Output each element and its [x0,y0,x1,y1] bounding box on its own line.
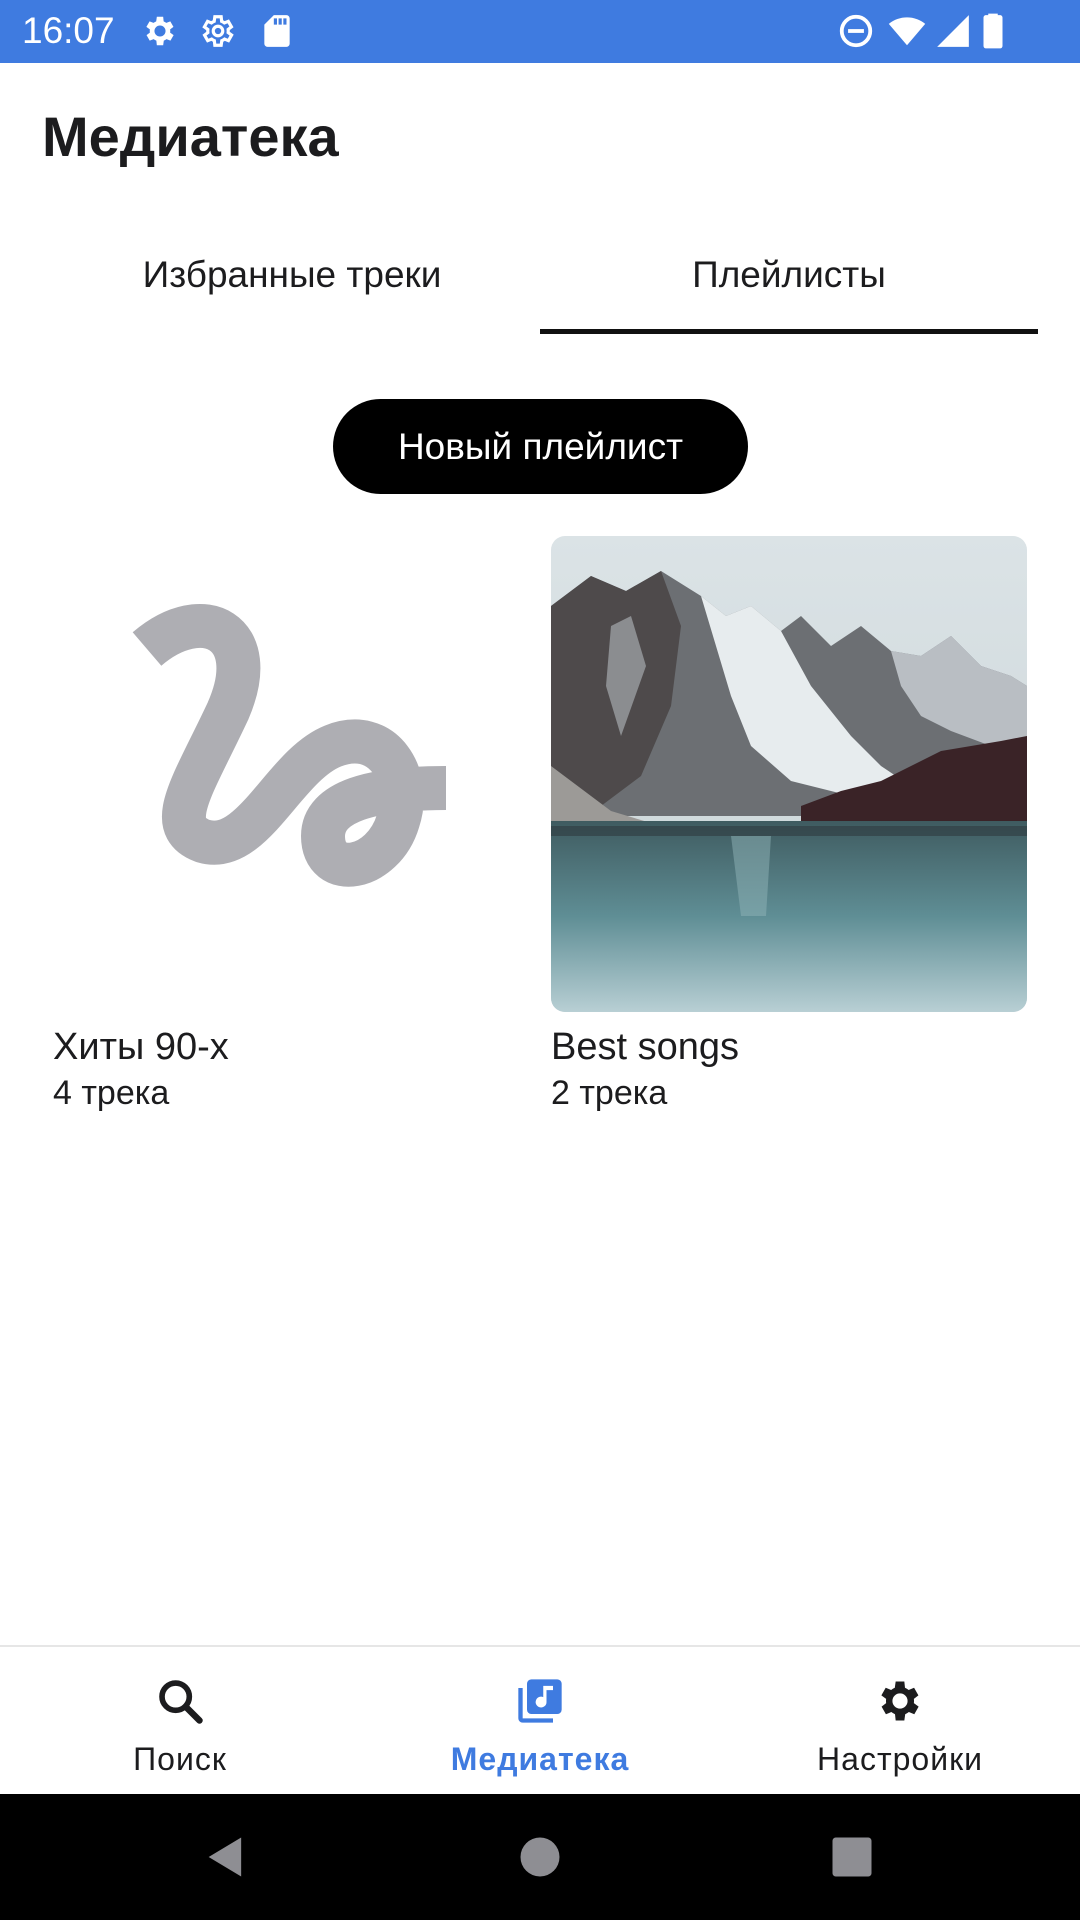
nav-item-settings[interactable]: Настройки [720,1647,1080,1796]
back-icon[interactable] [200,1831,252,1883]
mountain-lake-photo [551,536,1027,1012]
playlist-title: Хиты 90-х [53,1026,229,1068]
system-navigation-bar [0,1794,1080,1920]
squiggle-placeholder-icon [132,604,447,887]
playlist-cover[interactable] [551,536,1027,1012]
nav-label: Поиск [133,1741,227,1777]
nav-label: Медиатека [450,1741,630,1777]
nav-item-search[interactable]: Поиск [0,1647,360,1796]
music-library-icon [514,1675,566,1727]
battery-icon [978,12,1008,50]
do-not-disturb-icon [837,12,875,50]
playlist-track-count: 2 трека [551,1074,668,1112]
bottom-navigation: Поиск Медиатека Настройки [0,1645,1080,1796]
playlist-track-count: 4 трека [53,1074,170,1112]
tab-favorite-tracks[interactable]: Избранные треки [42,245,542,305]
status-time: 16:07 [22,10,115,51]
settings-icon [141,12,179,50]
playlist-card[interactable]: Хиты 90-х 4 трека [53,536,529,1116]
sd-card-icon [258,12,296,50]
settings-outline-icon [199,12,237,50]
signal-icon [934,12,972,50]
nav-item-library[interactable]: Медиатека [360,1647,720,1796]
tab-playlists[interactable]: Плейлисты [540,245,1038,305]
tab-selected-indicator [540,329,1038,334]
new-playlist-button[interactable]: Новый плейлист [333,399,748,494]
playlist-card[interactable]: Best songs 2 трека [551,536,1027,1116]
gear-icon [874,1675,926,1727]
search-icon [154,1675,206,1727]
page-title: Медиатека [42,105,339,168]
home-icon[interactable] [514,1831,566,1883]
wifi-icon [888,12,926,50]
nav-label: Настройки [817,1741,983,1777]
recents-icon[interactable] [826,1831,878,1883]
status-bar: 16:07 [0,0,1080,63]
playlist-title: Best songs [551,1026,739,1068]
playlist-cover[interactable] [53,536,529,1012]
